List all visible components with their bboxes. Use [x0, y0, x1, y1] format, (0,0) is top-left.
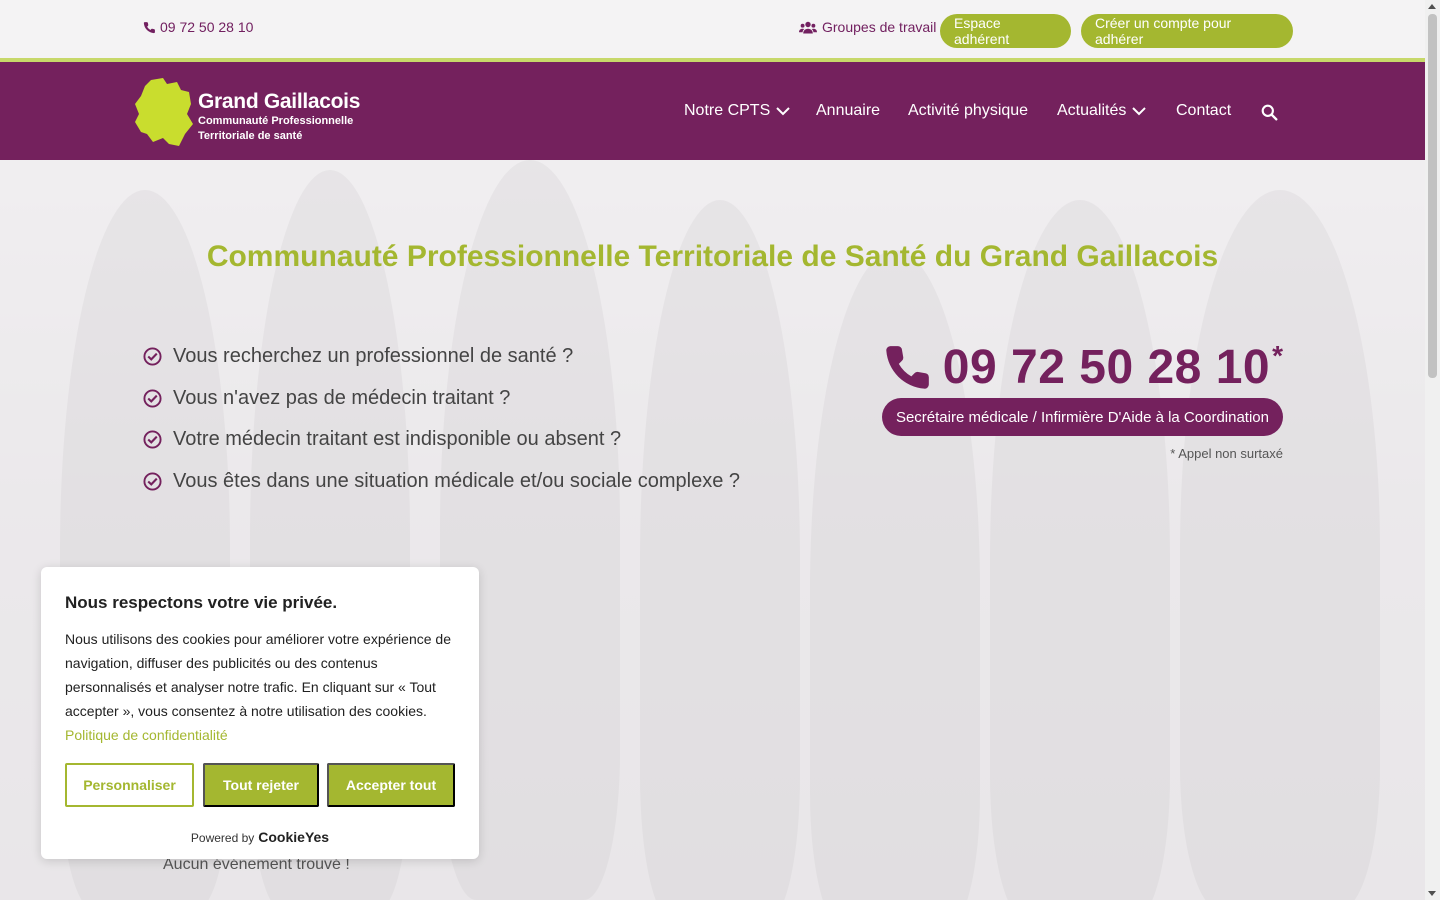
nav-item-actualites[interactable]: Actualités [1057, 102, 1147, 120]
check-circle-icon [143, 472, 162, 491]
reject-all-button[interactable]: Tout rejeter [203, 763, 319, 807]
chevron-down-icon [776, 106, 790, 115]
question-text: Vous êtes dans une situation médicale et… [173, 469, 741, 492]
scroll-down-arrow[interactable] [1428, 891, 1436, 896]
list-item: Votre médecin traitant est indisponible … [143, 419, 740, 461]
main-navigation: Grand Gaillacois Communauté Professionne… [0, 62, 1425, 160]
page-scrollbar[interactable] [1425, 0, 1440, 900]
nav-item-notre-cpts[interactable]: Notre CPTS [684, 102, 790, 120]
nav-label: Contact [1176, 102, 1232, 119]
search-icon [1261, 104, 1278, 121]
privacy-policy-link[interactable]: Politique de confidentialité [65, 727, 228, 743]
check-circle-icon [143, 430, 162, 449]
hero-title: Communauté Professionnelle Territoriale … [206, 240, 1219, 273]
cookie-title: Nous respectons votre vie privée. [65, 593, 338, 612]
hero-phone-link[interactable]: 09 72 50 28 10 * [883, 340, 1283, 395]
site-logo[interactable]: Grand Gaillacois Communauté Professionne… [133, 76, 373, 148]
cookie-text: Nous utilisons des cookies pour améliore… [65, 627, 465, 747]
groupes-label: Groupes de travail [822, 19, 937, 35]
logo-subtitle-2: Territoriale de santé [198, 130, 303, 142]
phone-icon [886, 346, 929, 389]
accept-all-button[interactable]: Accepter tout [327, 763, 455, 807]
powered-label: Powered by [190, 831, 255, 845]
users-icon [799, 21, 817, 33]
secretaire-button[interactable]: Secrétaire médicale / Infirmière D'Aide … [881, 398, 1283, 436]
nav-label: Actualités [1057, 102, 1127, 119]
scroll-up-arrow[interactable] [1428, 4, 1436, 9]
nav-item-contact[interactable]: Contact [1176, 102, 1231, 120]
cookieyes-logo[interactable]: CookieYes [258, 829, 329, 845]
call-note: * Appel non surtaxé [1170, 446, 1283, 461]
logo-subtitle-1: Communauté Professionnelle [198, 115, 354, 127]
list-item: Vous recherchez un professionnel de sant… [143, 336, 740, 378]
nav-item-activite-physique[interactable]: Activité physique [908, 102, 1028, 120]
nav-item-annuaire[interactable]: Annuaire [816, 102, 880, 120]
asterisk: * [1272, 340, 1283, 371]
check-circle-icon [143, 347, 162, 366]
espace-adherent-button[interactable]: Espace adhérent [940, 14, 1071, 48]
chevron-down-icon [1132, 106, 1147, 115]
question-text: Vous n'avez pas de médecin traitant ? [173, 386, 511, 409]
creer-compte-button[interactable]: Créer un compte pour adhérer [1081, 14, 1293, 48]
question-text: Vous recherchez un professionnel de sant… [173, 345, 574, 368]
cookie-description: Nous utilisons des cookies pour améliore… [65, 631, 451, 719]
nav-label: Activité physique [908, 102, 1029, 119]
logo-brand: Grand Gaillacois [198, 90, 361, 113]
check-circle-icon [143, 389, 162, 408]
customize-button[interactable]: Personnaliser [65, 763, 194, 807]
top-bar: 09 72 50 28 10 Groupes de travail Espace… [0, 0, 1425, 58]
powered-by: Powered by CookieYes [41, 829, 479, 845]
hero-phone-number: 09 72 50 28 10 [942, 341, 1271, 394]
questions-list: Vous recherchez un professionnel de sant… [143, 336, 740, 502]
cookie-consent-banner: Nous respectons votre vie privée. Nous u… [41, 567, 479, 859]
nav-label: Notre CPTS [684, 102, 771, 119]
top-phone-number: 09 72 50 28 10 [160, 19, 254, 35]
scrollbar-thumb[interactable] [1428, 14, 1437, 378]
nav-label: Annuaire [816, 102, 881, 119]
search-button[interactable] [1261, 104, 1278, 121]
list-item: Vous n'avez pas de médecin traitant ? [143, 378, 740, 420]
tarn-map-icon [135, 78, 193, 146]
groupes-de-travail-link[interactable]: Groupes de travail [799, 19, 936, 35]
question-text: Votre médecin traitant est indisponible … [173, 428, 622, 451]
phone-icon [143, 21, 155, 33]
list-item: Vous êtes dans une situation médicale et… [143, 461, 740, 503]
top-phone-link[interactable]: 09 72 50 28 10 [143, 19, 253, 35]
